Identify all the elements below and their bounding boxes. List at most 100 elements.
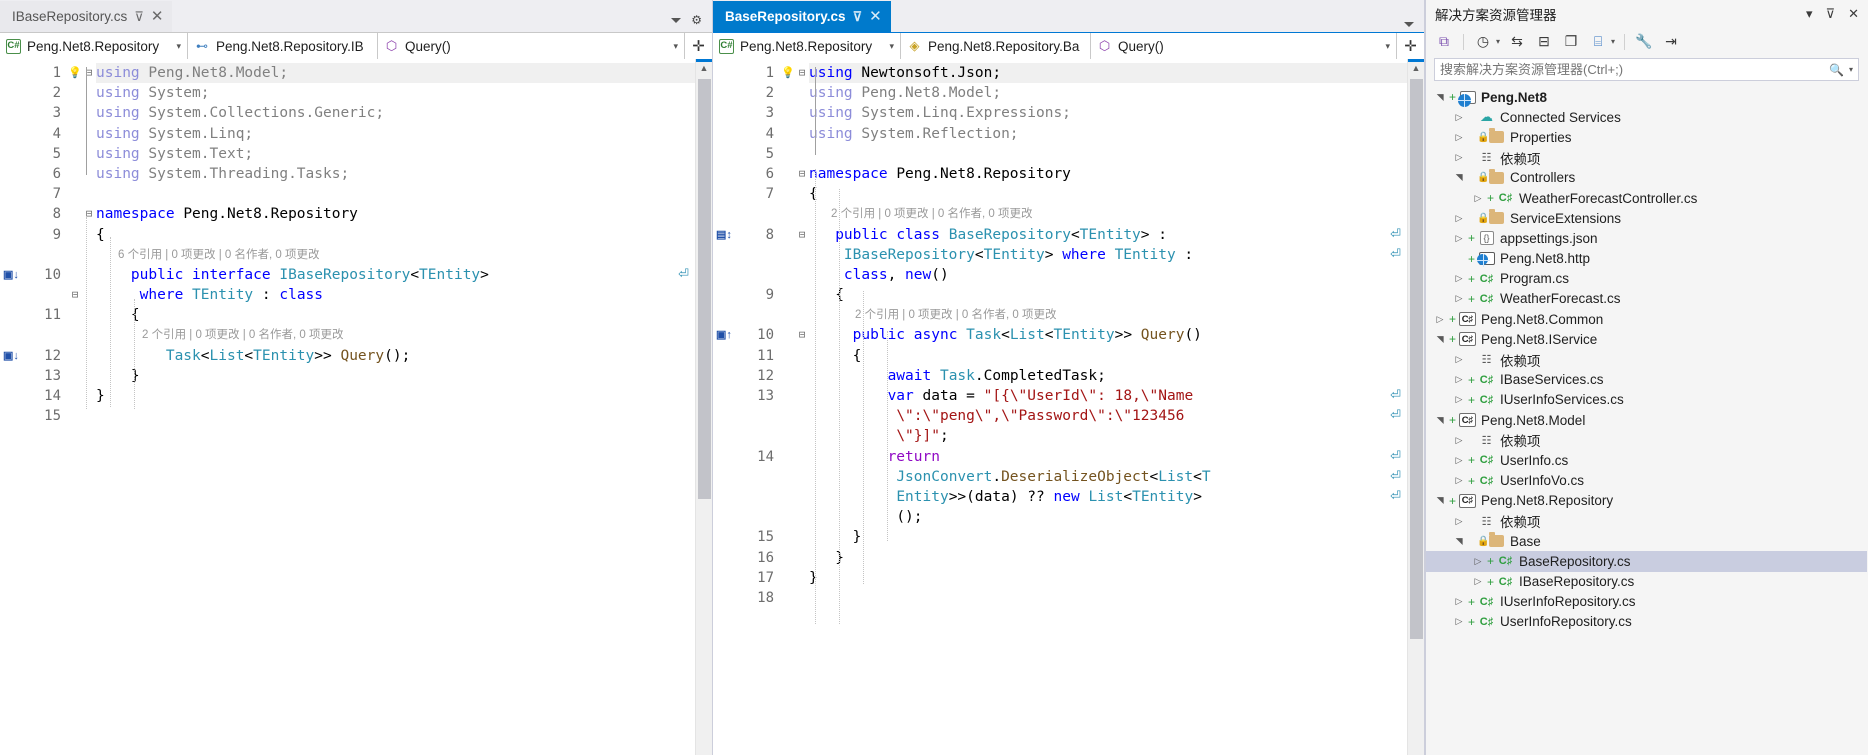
nav-member-dropdown-left[interactable]: ⬡ Query() ▾ (378, 33, 684, 59)
code-editor-right[interactable]: 1 💡 ⊟ using Newtonsoft.Json; 2 using Peng… (713, 59, 1424, 755)
tree-item-properties[interactable]: ▷ 🔒 Properties (1426, 127, 1867, 147)
collapse-all-icon[interactable]: ⊟ (1534, 32, 1554, 52)
chevron-down-icon[interactable]: ▾ (663, 41, 678, 52)
tree-item-peng-net8[interactable]: ◢ + Peng.Net8 (1426, 87, 1867, 107)
tree-item-serviceextensions[interactable]: ▷ 🔒 ServiceExtensions (1426, 208, 1867, 228)
gear-icon[interactable]: ⚙ (691, 13, 702, 27)
codelens-text[interactable]: 2 个引用 | 0 项更改 | 0 名作者, 0 项更改 (809, 305, 1057, 325)
scrollbar-thumb[interactable] (698, 79, 711, 499)
tree-item-ibaserepository-cs[interactable]: ▷ + C♯ IBaseRepository.cs (1426, 572, 1867, 592)
chevron-down-icon[interactable] (1404, 22, 1414, 27)
tree-item-peng-net8-iservice[interactable]: ◢ + C♯ Peng.Net8.IService (1426, 329, 1867, 349)
tree-item-base[interactable]: ◢ 🔒 Base (1426, 531, 1867, 551)
expander-collapsed-icon[interactable]: ▷ (1451, 273, 1467, 284)
pin-icon[interactable]: ⊽ (134, 10, 144, 23)
tree-item-[interactable]: ▷ ☷ 依赖项 (1426, 148, 1867, 168)
fold-toggle[interactable]: ⊟ (795, 164, 809, 183)
tab-ibaserepository-cs[interactable]: IBaseRepository.cs ⊽ ✕ (0, 1, 173, 32)
codelens-text[interactable]: 6 个引用 | 0 项更改 | 0 名作者, 0 项更改 (96, 245, 320, 265)
fold-toggle[interactable]: ⊟ (82, 204, 96, 223)
tree-item-peng-net8-http[interactable]: + Peng.Net8.http (1426, 249, 1867, 269)
lightbulb-icon[interactable]: 💡 (781, 63, 795, 82)
change-marker[interactable]: ▣↓ (0, 346, 34, 366)
expander-expanded-icon[interactable]: ◢ (1435, 89, 1446, 105)
editor-right-vertical-scrollbar[interactable]: ▲ (1407, 59, 1424, 755)
editor-left-vertical-scrollbar[interactable]: ▲ (695, 59, 712, 755)
expander-collapsed-icon[interactable]: ▷ (1451, 293, 1467, 304)
pin-icon[interactable]: ⊽ (1824, 6, 1838, 22)
expander-expanded-icon[interactable]: ◢ (1454, 170, 1465, 186)
tree-item-peng-net8-model[interactable]: ◢ + C♯ Peng.Net8.Model (1426, 410, 1867, 430)
expander-collapsed-icon[interactable]: ▷ (1451, 354, 1467, 365)
expander-collapsed-icon[interactable]: ▷ (1451, 213, 1467, 224)
split-window-icon[interactable]: ✛ (684, 33, 712, 59)
expander-collapsed-icon[interactable]: ▷ (1451, 475, 1467, 486)
tree-item-program-cs[interactable]: ▷ + C♯ Program.cs (1426, 269, 1867, 289)
solution-search-box[interactable]: 🔍 ▾ (1434, 58, 1859, 81)
tree-item-weatherforecast-cs[interactable]: ▷ + C♯ WeatherForecast.cs (1426, 289, 1867, 309)
nav-member-dropdown-right[interactable]: ⬡ Query() ▾ (1091, 33, 1396, 59)
tree-item-peng-net8-common[interactable]: ▷ + C♯ Peng.Net8.Common (1426, 309, 1867, 329)
pending-changes-icon[interactable]: ◷ (1473, 32, 1493, 52)
expander-collapsed-icon[interactable]: ▷ (1451, 233, 1467, 244)
search-input[interactable] (1440, 62, 1830, 77)
chevron-down-icon[interactable]: ▾ (1849, 65, 1853, 74)
expander-collapsed-icon[interactable]: ▷ (1451, 516, 1467, 527)
chevron-down-icon[interactable]: ▾ (1375, 41, 1390, 52)
tree-item-userinforepository-cs[interactable]: ▷ + C♯ UserInfoRepository.cs (1426, 612, 1867, 632)
tree-item-userinfo-cs[interactable]: ▷ + C♯ UserInfo.cs (1426, 450, 1867, 470)
properties-icon[interactable]: 🔧 (1634, 32, 1654, 52)
close-icon[interactable]: ✕ (1846, 6, 1861, 22)
change-marker[interactable]: ▣↑ (713, 325, 747, 345)
pin-icon[interactable]: ⊽ (853, 10, 863, 23)
expander-expanded-icon[interactable]: ◢ (1435, 412, 1446, 428)
code-editor-left[interactable]: 1 💡 ⊟ using Peng.Net8.Model; 2 using Syst… (0, 59, 712, 755)
codelens-row[interactable]: 2 个引用 | 0 项更改 | 0 名作者, 0 项更改 (713, 305, 1407, 325)
chevron-down-icon[interactable]: ▾ (166, 41, 181, 52)
change-marker[interactable]: ▣↓ (0, 265, 34, 285)
expander-collapsed-icon[interactable]: ▷ (1451, 152, 1467, 163)
expander-collapsed-icon[interactable]: ▷ (1451, 112, 1467, 123)
codelens-row[interactable]: 2 个引用 | 0 项更改 | 0 名作者, 0 项更改 (0, 325, 695, 345)
chevron-down-icon[interactable] (671, 17, 682, 23)
expander-collapsed-icon[interactable]: ▷ (1451, 374, 1467, 385)
tab-baserepository-cs[interactable]: BaseRepository.cs ⊽ ✕ (713, 1, 891, 32)
solution-tree[interactable]: ◢ + Peng.Net8 ▷ ☁ Connected Services ▷ 🔒 Propert… (1426, 85, 1867, 755)
codelens-text[interactable]: 2 个引用 | 0 项更改 | 0 名作者, 0 项更改 (809, 204, 1033, 224)
expander-expanded-icon[interactable]: ◢ (1454, 533, 1465, 549)
tree-item-peng-net8-repository[interactable]: ◢ + C♯ Peng.Net8.Repository (1426, 491, 1867, 511)
nav-type-dropdown-right[interactable]: ◈ Peng.Net8.Repository.Ba ▾ (901, 33, 1091, 59)
expander-collapsed-icon[interactable]: ▷ (1432, 314, 1448, 325)
chevron-down-icon[interactable]: ▾ (1496, 37, 1500, 46)
close-icon[interactable]: ✕ (151, 9, 164, 24)
fold-toggle[interactable]: ⊟ (82, 63, 96, 82)
tree-item-ibaseservices-cs[interactable]: ▷ + C♯ IBaseServices.cs (1426, 370, 1867, 390)
codelens-row[interactable]: 6 个引用 | 0 项更改 | 0 名作者, 0 项更改 (0, 245, 695, 265)
fold-toggle[interactable]: ⊟ (795, 63, 809, 82)
expander-collapsed-icon[interactable]: ▷ (1451, 455, 1467, 466)
expander-collapsed-icon[interactable]: ▷ (1470, 556, 1486, 567)
chevron-down-icon[interactable]: ▾ (1611, 37, 1615, 46)
scrollbar-thumb[interactable] (1410, 79, 1423, 639)
nav-type-dropdown-left[interactable]: ⊷ Peng.Net8.Repository.IB ▾ (188, 33, 378, 59)
expander-collapsed-icon[interactable]: ▷ (1451, 394, 1467, 405)
close-icon[interactable]: ✕ (869, 9, 882, 24)
show-all-files-icon[interactable]: ❐ (1561, 32, 1581, 52)
fold-toggle[interactable]: ⊟ (68, 285, 82, 304)
chevron-down-icon[interactable]: ▾ (879, 41, 894, 52)
expander-collapsed-icon[interactable]: ▷ (1451, 596, 1467, 607)
nav-project-dropdown-right[interactable]: C# Peng.Net8.Repository ▾ (713, 33, 901, 59)
expander-collapsed-icon[interactable]: ▷ (1470, 576, 1486, 587)
chevron-down-icon[interactable]: ▾ (1804, 6, 1815, 22)
tree-item-iuserinforepository-cs[interactable]: ▷ + C♯ IUserInfoRepository.cs (1426, 592, 1867, 612)
expander-collapsed-icon[interactable]: ▷ (1451, 435, 1467, 446)
preview-selected-items-icon[interactable]: ⇥ (1661, 32, 1681, 52)
expander-expanded-icon[interactable]: ◢ (1435, 331, 1446, 347)
expander-collapsed-icon[interactable]: ▷ (1451, 616, 1467, 627)
expander-expanded-icon[interactable]: ◢ (1435, 493, 1446, 509)
lightbulb-icon[interactable]: 💡 (68, 63, 82, 82)
tree-item-weatherforecastcontroller-cs[interactable]: ▷ + C♯ WeatherForecastController.cs (1426, 188, 1867, 208)
tree-item-baserepository-cs[interactable]: ▷ + C♯ BaseRepository.cs (1426, 551, 1867, 572)
codelens-row[interactable]: 2 个引用 | 0 项更改 | 0 名作者, 0 项更改 (713, 204, 1407, 224)
sync-with-active-document-icon[interactable]: ⇆ (1507, 32, 1527, 52)
